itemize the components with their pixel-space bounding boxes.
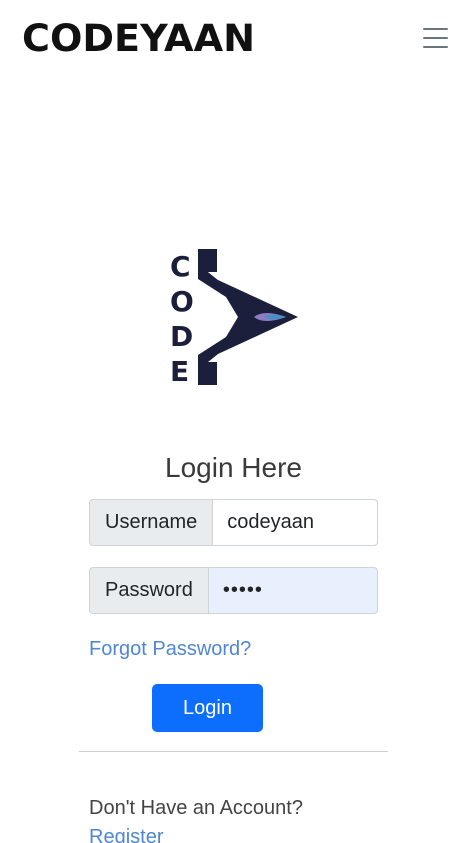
register-link[interactable]: Register xyxy=(89,826,163,843)
username-input[interactable] xyxy=(212,499,378,546)
code-logo-icon: C O D E xyxy=(170,249,298,388)
hamburger-menu-icon[interactable] xyxy=(419,22,451,54)
hamburger-line xyxy=(423,46,448,48)
navbar: CODEYAAN xyxy=(0,0,463,76)
logo-letter-e: E xyxy=(170,355,189,388)
logo-letter-c: C xyxy=(170,250,191,283)
login-title: Login Here xyxy=(165,452,302,483)
username-input-group: Username xyxy=(89,499,378,546)
login-page: CODEYAAN C O D E Login Here Username Pas… xyxy=(0,0,463,843)
hamburger-line xyxy=(423,28,448,30)
forgot-password-link[interactable]: Forgot Password? xyxy=(89,638,251,661)
logo-letter-d: D xyxy=(170,320,193,353)
brand-logo[interactable]: CODEYAAN xyxy=(22,20,257,56)
brand-wordmark: CODEYAAN xyxy=(22,20,255,56)
password-label: Password xyxy=(89,567,208,614)
no-account-text: Don't Have an Account? xyxy=(89,797,303,819)
hamburger-line xyxy=(423,37,448,39)
password-input-group: Password xyxy=(89,567,378,614)
username-label: Username xyxy=(89,499,213,546)
logo-letter-o: O xyxy=(170,285,194,318)
login-button[interactable]: Login xyxy=(152,684,263,732)
divider xyxy=(79,751,388,752)
password-input[interactable] xyxy=(207,567,378,614)
